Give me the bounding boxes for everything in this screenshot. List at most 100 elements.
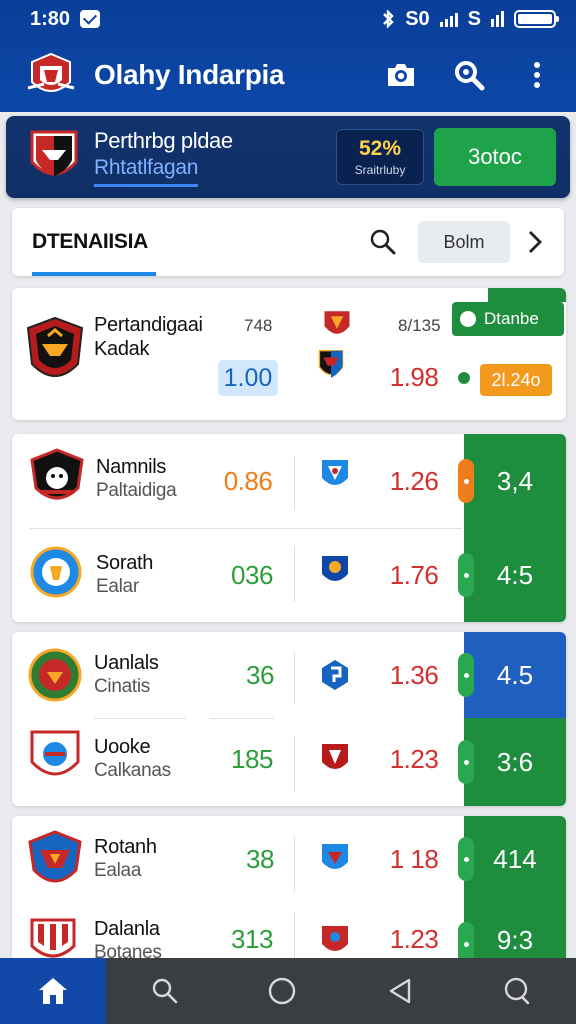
panel-value: 4.5 [496, 659, 534, 690]
odds-panel-button[interactable]: 3:6 [458, 718, 566, 806]
nav-home-button[interactable] [0, 958, 106, 1024]
away-crest-icon [322, 744, 348, 769]
status-label: Dtanbe [484, 309, 539, 328]
wifi-signal-icon [491, 11, 504, 27]
team-crest-icon [28, 648, 82, 702]
away-odd[interactable]: 1.98 [374, 362, 454, 393]
indicator-pill [458, 459, 474, 503]
small-crest-icon [324, 311, 350, 334]
team-crest-icon [26, 316, 84, 377]
divider [294, 836, 295, 892]
panel-value: 3:6 [496, 746, 534, 777]
team-subtitle: Kadak [94, 338, 150, 360]
home-odd[interactable]: 036 [212, 560, 292, 591]
panel-value: 9:3 [496, 925, 534, 955]
team-crest-icon [30, 546, 82, 598]
away-crest-icon [322, 460, 348, 485]
divider [294, 736, 295, 792]
divider [294, 456, 295, 510]
divider [294, 546, 295, 602]
team-subtitle: Ealaa [94, 860, 142, 881]
more-options-button[interactable] [520, 58, 554, 92]
match-group-card: Rotanh Ealaa 38 1 18 Dalanla Botanes 313… [12, 816, 566, 958]
away-odd[interactable]: 1.23 [374, 744, 454, 775]
back-icon [389, 978, 410, 1004]
indicator-pill [458, 740, 474, 784]
status-chip[interactable]: Dtanbe [452, 302, 564, 336]
nav-search-button[interactable] [106, 958, 224, 1024]
more-vert-icon [534, 62, 540, 88]
banner-odds-label: Sraitrluby [354, 163, 406, 177]
status-bar: 1:80 S0 S [0, 0, 576, 38]
team-crest-icon [28, 830, 82, 883]
live-dot-icon [458, 372, 470, 384]
home-icon [39, 978, 67, 1004]
nav-back-button[interactable] [341, 958, 459, 1024]
filter-button[interactable]: Bolm [418, 221, 510, 263]
away-crest-icon [318, 350, 344, 378]
team-subtitle: Calkanas [94, 760, 171, 781]
home-odd[interactable]: 38 [220, 844, 300, 875]
search-icon [370, 229, 396, 255]
team-crest-icon [30, 448, 84, 500]
away-odd[interactable]: 1 18 [374, 844, 454, 875]
tab-category[interactable]: DTENAIISIA [32, 208, 368, 276]
match-number-right: 8/135 [398, 316, 441, 335]
away-crest-icon [322, 844, 348, 869]
team-subtitle: Cinatis [94, 676, 150, 697]
chevron-right-icon [529, 231, 542, 253]
banner-cta-button[interactable]: 3otoc [434, 128, 556, 186]
promo-banner[interactable]: Perthrbg pldae Rhtatlfagan 52% Sraitrlub… [6, 116, 570, 198]
banner-odds-chip[interactable]: 52% Sraitrluby [336, 129, 424, 185]
banner-title: Perthrbg pldae [94, 127, 233, 153]
team-name: Sorath [96, 552, 154, 574]
team-name: Uooke [94, 736, 151, 758]
indicator-pill [458, 837, 474, 881]
home-odd[interactable]: 0.86 [208, 466, 288, 497]
camera-button[interactable] [384, 58, 418, 92]
home-odd[interactable]: 313 [212, 924, 292, 955]
panel-value: 4:5 [496, 559, 534, 590]
app-logo-icon [27, 52, 75, 92]
away-crest-icon [322, 660, 348, 690]
nav-chat-button[interactable] [459, 958, 576, 1024]
odds-panel-button[interactable]: 414 [458, 816, 566, 902]
app-bar: Olahy Indarpia [0, 40, 576, 110]
filter-search-button[interactable] [368, 227, 398, 257]
panel-value: 414 [493, 843, 537, 874]
odds-panel-button[interactable]: 4:5 [458, 528, 566, 622]
nav-home-circle-button[interactable] [224, 958, 342, 1024]
match-number-left: 748 [244, 316, 273, 335]
away-odd[interactable]: 1.23 [374, 924, 454, 955]
away-odd[interactable]: 1.36 [374, 660, 454, 691]
banner-odds-value: 52% [358, 137, 402, 160]
signal-icon [439, 11, 458, 27]
odds-badge[interactable]: 2l.24o [480, 364, 552, 396]
top-bar: 1:80 S0 S Olahy Indarpia [0, 0, 576, 112]
search-icon [455, 61, 485, 91]
indicator-pill [458, 922, 474, 958]
network-label-2: S [467, 7, 481, 30]
team-subtitle: Ealar [96, 576, 139, 597]
filter-bar: DTENAIISIA Bolm [12, 208, 564, 276]
away-odd[interactable]: 1.76 [374, 560, 454, 591]
away-crest-icon [322, 926, 348, 951]
bottom-navigation [0, 958, 576, 1024]
team-name: Uanlals [94, 652, 159, 674]
featured-match-card[interactable]: Pertandigaai Kadak 748 1.00 8/135 1.98 D… [12, 288, 566, 420]
battery-icon [514, 10, 559, 28]
search-button[interactable] [452, 58, 486, 92]
next-button[interactable] [524, 227, 546, 257]
banner-subtitle: Rhtatlfagan [94, 156, 198, 187]
odds-panel-button[interactable]: 3,4 [458, 434, 566, 528]
home-odd[interactable]: 185 [212, 744, 292, 775]
club-crest-icon [30, 130, 78, 176]
odds-panel-button[interactable]: 9:3 [458, 902, 566, 958]
home-odd[interactable]: 36 [220, 660, 300, 691]
odds-panel-button[interactable]: 4.5 [458, 632, 566, 718]
home-odd-button[interactable]: 1.00 [218, 360, 278, 396]
team-subtitle: Paltaidiga [96, 480, 177, 501]
panel-value: 3,4 [496, 465, 534, 496]
team-name: Namnils [96, 456, 167, 478]
away-odd[interactable]: 1.26 [374, 466, 454, 497]
